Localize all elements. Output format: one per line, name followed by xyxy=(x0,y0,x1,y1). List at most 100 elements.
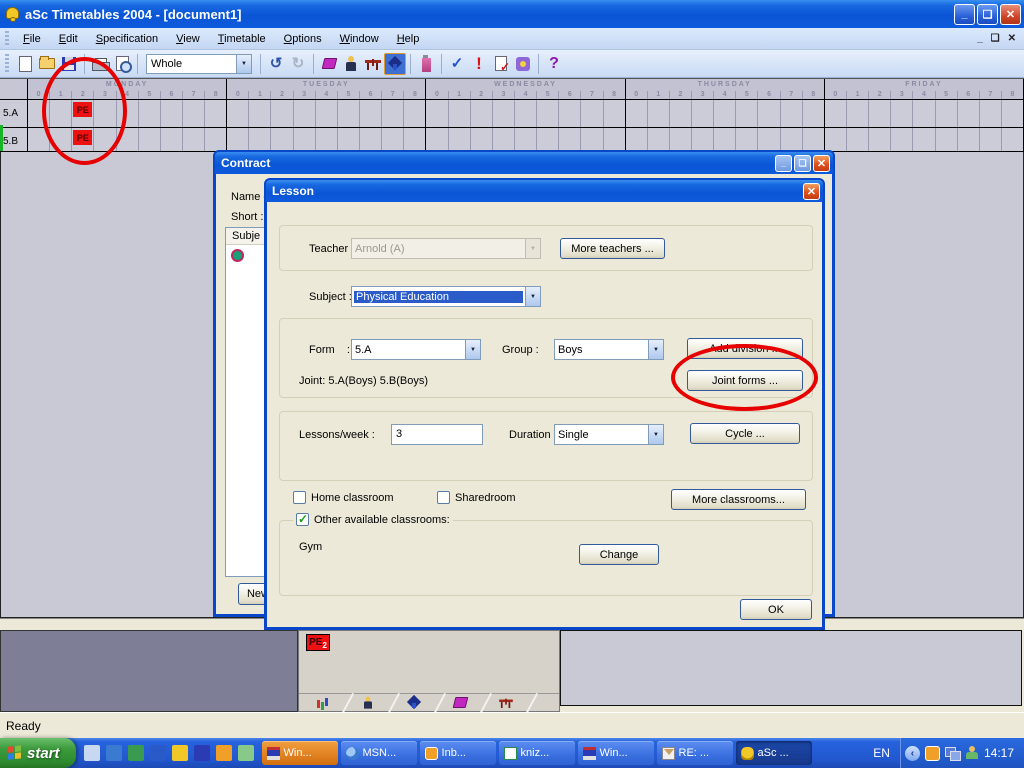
checkbox-icon[interactable] xyxy=(293,491,306,504)
teachers-button[interactable] xyxy=(340,53,362,75)
grid-cell[interactable] xyxy=(294,100,316,127)
grid-cell[interactable]: PE xyxy=(72,100,94,127)
quick-launch-icon[interactable] xyxy=(150,745,166,761)
quick-launch-icon[interactable] xyxy=(172,745,188,761)
tab-classrooms[interactable] xyxy=(483,694,529,711)
taskbar-task[interactable]: Win... xyxy=(262,741,338,765)
grid-cell[interactable] xyxy=(360,100,382,127)
save-button[interactable] xyxy=(58,53,80,75)
grid-cell[interactable] xyxy=(515,100,537,127)
lessons-week-input[interactable]: 3 xyxy=(391,424,483,445)
print-preview-button[interactable] xyxy=(111,53,133,75)
grid-cell[interactable] xyxy=(758,100,780,127)
open-button[interactable] xyxy=(36,53,58,75)
grid-cell[interactable] xyxy=(736,100,758,127)
contract-minimize-button[interactable]: _ xyxy=(775,155,792,172)
checkbox-checked-icon[interactable] xyxy=(296,513,309,526)
grid-cell[interactable] xyxy=(338,100,360,127)
taskbar-task[interactable]: Win... xyxy=(578,741,654,765)
change-button[interactable]: Change xyxy=(579,544,659,565)
lesson-close-button[interactable]: ✕ xyxy=(803,183,820,200)
taskbar-task[interactable]: RE: ... xyxy=(657,741,733,765)
grid-cell[interactable] xyxy=(559,100,581,127)
redo-button[interactable]: ↻ xyxy=(287,53,309,75)
quick-launch-icon[interactable] xyxy=(84,745,100,761)
checkbox-icon[interactable] xyxy=(437,491,450,504)
more-teachers-button[interactable]: More teachers ... xyxy=(560,238,665,259)
help-button[interactable]: ? xyxy=(543,53,565,75)
quick-launch-icon[interactable] xyxy=(128,745,144,761)
grid-cell[interactable] xyxy=(271,100,293,127)
more-classrooms-button[interactable]: More classrooms... xyxy=(671,489,806,510)
undo-button[interactable]: ↺ xyxy=(265,53,287,75)
verify-button[interactable] xyxy=(490,53,512,75)
grid-cell[interactable] xyxy=(847,100,869,127)
tab-forms[interactable] xyxy=(391,694,437,711)
grid-cell[interactable] xyxy=(28,100,50,127)
grid-cell[interactable] xyxy=(117,100,139,127)
tray-network-icon[interactable] xyxy=(945,747,960,760)
mdi-restore-button[interactable]: ❏ xyxy=(991,33,1000,44)
grid-cell[interactable] xyxy=(404,100,425,127)
menu-options[interactable]: Options xyxy=(275,31,331,47)
ok-button[interactable]: OK xyxy=(740,599,812,620)
grid-cell[interactable] xyxy=(781,100,803,127)
language-indicator[interactable]: EN xyxy=(863,746,900,760)
group-combobox[interactable]: Boys ▼ xyxy=(554,339,664,360)
menu-specification[interactable]: Specification xyxy=(87,31,167,47)
new-document-button[interactable] xyxy=(14,53,36,75)
grid-cell[interactable] xyxy=(825,100,847,127)
tab-statistics[interactable] xyxy=(299,694,345,711)
lesson-card[interactable]: PE2 xyxy=(306,634,330,651)
grid-cell[interactable] xyxy=(493,100,515,127)
quick-launch-icon[interactable] xyxy=(238,745,254,761)
quick-launch-icon[interactable] xyxy=(194,745,210,761)
menu-help[interactable]: Help xyxy=(388,31,429,47)
grid-cell[interactable] xyxy=(626,100,648,127)
test-button[interactable]: ✓ xyxy=(446,53,468,75)
grid-cell[interactable] xyxy=(803,100,824,127)
row-label-5a[interactable]: 5.A xyxy=(0,100,28,127)
taskbar-task[interactable]: kniz... xyxy=(499,741,575,765)
chevron-down-icon[interactable]: ▼ xyxy=(648,425,663,444)
grid-cell[interactable] xyxy=(581,100,603,127)
taskbar-task[interactable]: MSN... xyxy=(341,741,417,765)
chevron-down-icon[interactable]: ▼ xyxy=(525,287,540,306)
taskbar-task[interactable]: Inb... xyxy=(420,741,496,765)
generate-button[interactable]: ! xyxy=(468,53,490,75)
close-button[interactable]: ✕ xyxy=(1000,4,1021,25)
joint-forms-button[interactable]: Joint forms ... xyxy=(687,370,803,391)
lesson-cell-pe[interactable]: PE xyxy=(73,130,92,145)
grid-cell[interactable] xyxy=(94,100,116,127)
tray-clock-icon[interactable] xyxy=(925,746,940,761)
minimize-button[interactable]: _ xyxy=(954,4,975,25)
quick-launch-icon[interactable] xyxy=(106,745,122,761)
grid-cell[interactable] xyxy=(714,100,736,127)
other-classrooms-checkbox[interactable]: Other available classrooms: xyxy=(293,513,453,526)
zoom-select[interactable]: Whole ▼ xyxy=(146,54,252,74)
grid-cell[interactable] xyxy=(50,100,72,127)
chevron-down-icon[interactable]: ▼ xyxy=(648,340,663,359)
duration-combobox[interactable]: Single ▼ xyxy=(554,424,664,445)
grid-cell[interactable] xyxy=(980,100,1002,127)
menu-edit[interactable]: Edit xyxy=(50,31,87,47)
taskbar-task[interactable]: aSc ... xyxy=(736,741,812,765)
menu-file[interactable]: File xyxy=(14,31,50,47)
grid-cell[interactable] xyxy=(537,100,559,127)
tab-subjects[interactable] xyxy=(437,694,483,711)
wizard-button[interactable] xyxy=(512,53,534,75)
chevron-down-icon[interactable]: ▼ xyxy=(236,55,251,73)
grid-cell[interactable] xyxy=(648,100,670,127)
mdi-minimize-button[interactable]: _ xyxy=(977,33,983,44)
grid-cell[interactable] xyxy=(692,100,714,127)
start-button[interactable]: start xyxy=(0,738,76,768)
subject-combobox[interactable]: Physical Education ▼ xyxy=(351,286,541,307)
menu-timetable[interactable]: Timetable xyxy=(209,31,275,47)
tray-user-icon[interactable] xyxy=(965,746,979,760)
grid-cell[interactable] xyxy=(227,100,249,127)
grid-cell[interactable] xyxy=(426,100,448,127)
grid-cell[interactable] xyxy=(958,100,980,127)
grid-cell[interactable] xyxy=(604,100,625,127)
tab-teachers[interactable] xyxy=(345,694,391,711)
chevron-down-icon[interactable]: ▼ xyxy=(465,340,480,359)
